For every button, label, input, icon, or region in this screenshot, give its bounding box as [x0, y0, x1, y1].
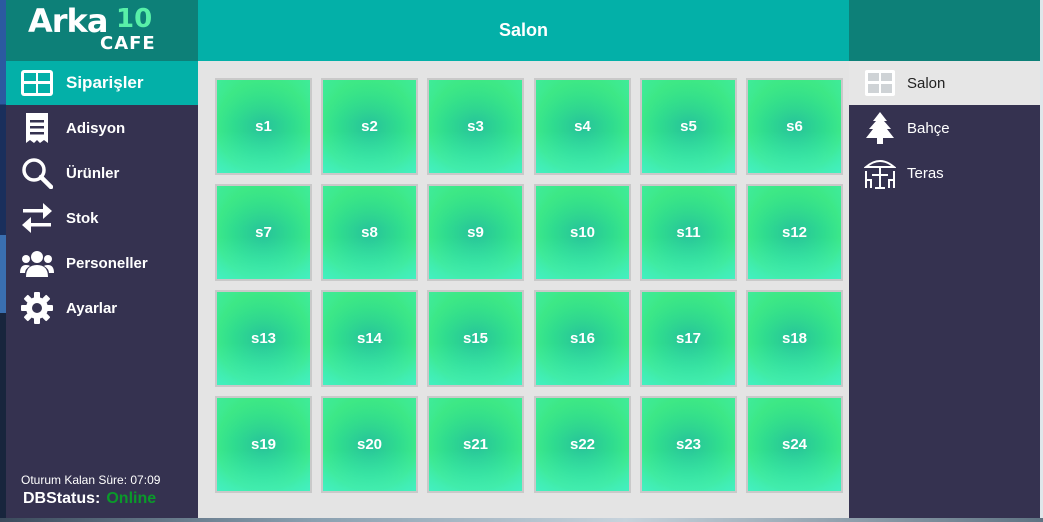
table-button[interactable]: s16	[534, 290, 631, 387]
page-title: Salon	[498, 20, 548, 40]
table-label: s15	[462, 330, 489, 347]
table-button[interactable]: s22	[534, 396, 631, 493]
table-button[interactable]: s19	[215, 396, 312, 493]
db-status: DBStatus: Online	[23, 490, 156, 508]
logo-brand: Arka	[28, 2, 108, 40]
table-button[interactable]: s6	[746, 78, 843, 175]
session-timer: Oturum Kalan Süre: 07:09	[21, 473, 161, 487]
table-button[interactable]: s18	[746, 290, 843, 387]
table-button[interactable]: s24	[746, 396, 843, 493]
table-label: s6	[786, 118, 803, 135]
table-button[interactable]: s1	[215, 78, 312, 175]
gear-icon	[20, 291, 54, 325]
sidebar-item-stok[interactable]: Stok	[6, 196, 198, 240]
table-button[interactable]: s2	[321, 78, 418, 175]
table-button[interactable]: s14	[321, 290, 418, 387]
table-label: s16	[569, 330, 596, 347]
table-button[interactable]: s12	[746, 184, 843, 281]
table-label: s21	[462, 436, 489, 453]
table-label: s20	[356, 436, 383, 453]
table-button[interactable]: s9	[427, 184, 524, 281]
table-button[interactable]: s13	[215, 290, 312, 387]
table-label: s23	[675, 436, 702, 453]
table-label: s9	[467, 224, 484, 241]
sidebar-item-urunler[interactable]: Ürünler	[6, 151, 198, 195]
area-item-label: Teras	[907, 164, 944, 182]
search-icon	[20, 156, 54, 190]
table-label: s1	[255, 118, 272, 135]
table-button[interactable]: s20	[321, 396, 418, 493]
table-button[interactable]: s8	[321, 184, 418, 281]
page-header: Salon	[198, 0, 849, 61]
table-button[interactable]: s15	[427, 290, 524, 387]
grid-icon	[20, 66, 54, 100]
desktop-background-bottom	[0, 518, 1043, 522]
header-right-panel	[849, 0, 1040, 61]
sidebar-item-label: Ayarlar	[66, 299, 118, 317]
tree-icon	[864, 112, 896, 144]
table-label: s2	[361, 118, 378, 135]
sidebar-item-adisyon[interactable]: Adisyon	[6, 106, 198, 150]
table-label: s19	[250, 436, 277, 453]
table-button[interactable]: s7	[215, 184, 312, 281]
table-label: s8	[361, 224, 378, 241]
table-label: s3	[467, 118, 484, 135]
table-button[interactable]: s3	[427, 78, 524, 175]
sidebar-item-label: Ürünler	[66, 164, 120, 182]
table-label: s4	[574, 118, 591, 135]
logo-number: 10	[116, 4, 153, 34]
area-item-bahce[interactable]: Bahçe	[849, 106, 1040, 150]
sidebar-item-label: Stok	[66, 209, 99, 227]
users-icon	[20, 246, 54, 280]
logo-subtitle: CAFE	[100, 33, 156, 54]
table-umbrella-icon	[864, 157, 896, 189]
table-label: s13	[250, 330, 277, 347]
area-list: Salon Bahçe Teras	[849, 61, 1040, 518]
table-label: s11	[676, 224, 701, 241]
db-status-value: Online	[106, 490, 157, 507]
table-label: s18	[781, 330, 808, 347]
cafe-app-window: Arka 10 CAFE Siparişler Adisyon Ürünler	[6, 0, 1040, 518]
table-label: s12	[781, 224, 808, 241]
transfer-arrows-icon	[20, 201, 54, 235]
sidebar-item-personeller[interactable]: Personeller	[6, 241, 198, 285]
sidebar-item-ayarlar[interactable]: Ayarlar	[6, 286, 198, 330]
grid-icon	[864, 67, 896, 99]
area-item-label: Bahçe	[907, 119, 950, 137]
table-button[interactable]: s5	[640, 78, 737, 175]
table-button[interactable]: s21	[427, 396, 524, 493]
logo: Arka 10 CAFE	[6, 0, 198, 61]
sidebar-item-label: Personeller	[66, 254, 148, 272]
table-label: s14	[356, 330, 383, 347]
table-button[interactable]: s4	[534, 78, 631, 175]
db-status-label: DBStatus:	[23, 490, 101, 507]
table-grid: s1 s2 s3 s4 s5 s6 s7 s8 s9 s10 s11 s12 s13 s14 s15 s16 s…	[198, 61, 849, 518]
sidebar: Arka 10 CAFE Siparişler Adisyon Ürünler	[6, 0, 198, 518]
table-label: s7	[255, 224, 272, 241]
sidebar-item-label: Siparişler	[66, 73, 144, 92]
sidebar-item-siparisler[interactable]: Siparişler	[6, 61, 198, 105]
table-label: s17	[675, 330, 702, 347]
area-item-teras[interactable]: Teras	[849, 151, 1040, 195]
area-item-label: Salon	[907, 74, 946, 92]
table-label: s22	[569, 436, 596, 453]
table-button[interactable]: s11	[640, 184, 737, 281]
table-label: s5	[680, 118, 697, 135]
receipt-icon	[20, 111, 54, 145]
table-button[interactable]: s17	[640, 290, 737, 387]
table-label: s10	[569, 224, 596, 241]
table-label: s24	[781, 436, 808, 453]
table-button[interactable]: s10	[534, 184, 631, 281]
area-item-salon[interactable]: Salon	[849, 61, 1040, 105]
sidebar-item-label: Adisyon	[66, 119, 126, 137]
table-button[interactable]: s23	[640, 396, 737, 493]
